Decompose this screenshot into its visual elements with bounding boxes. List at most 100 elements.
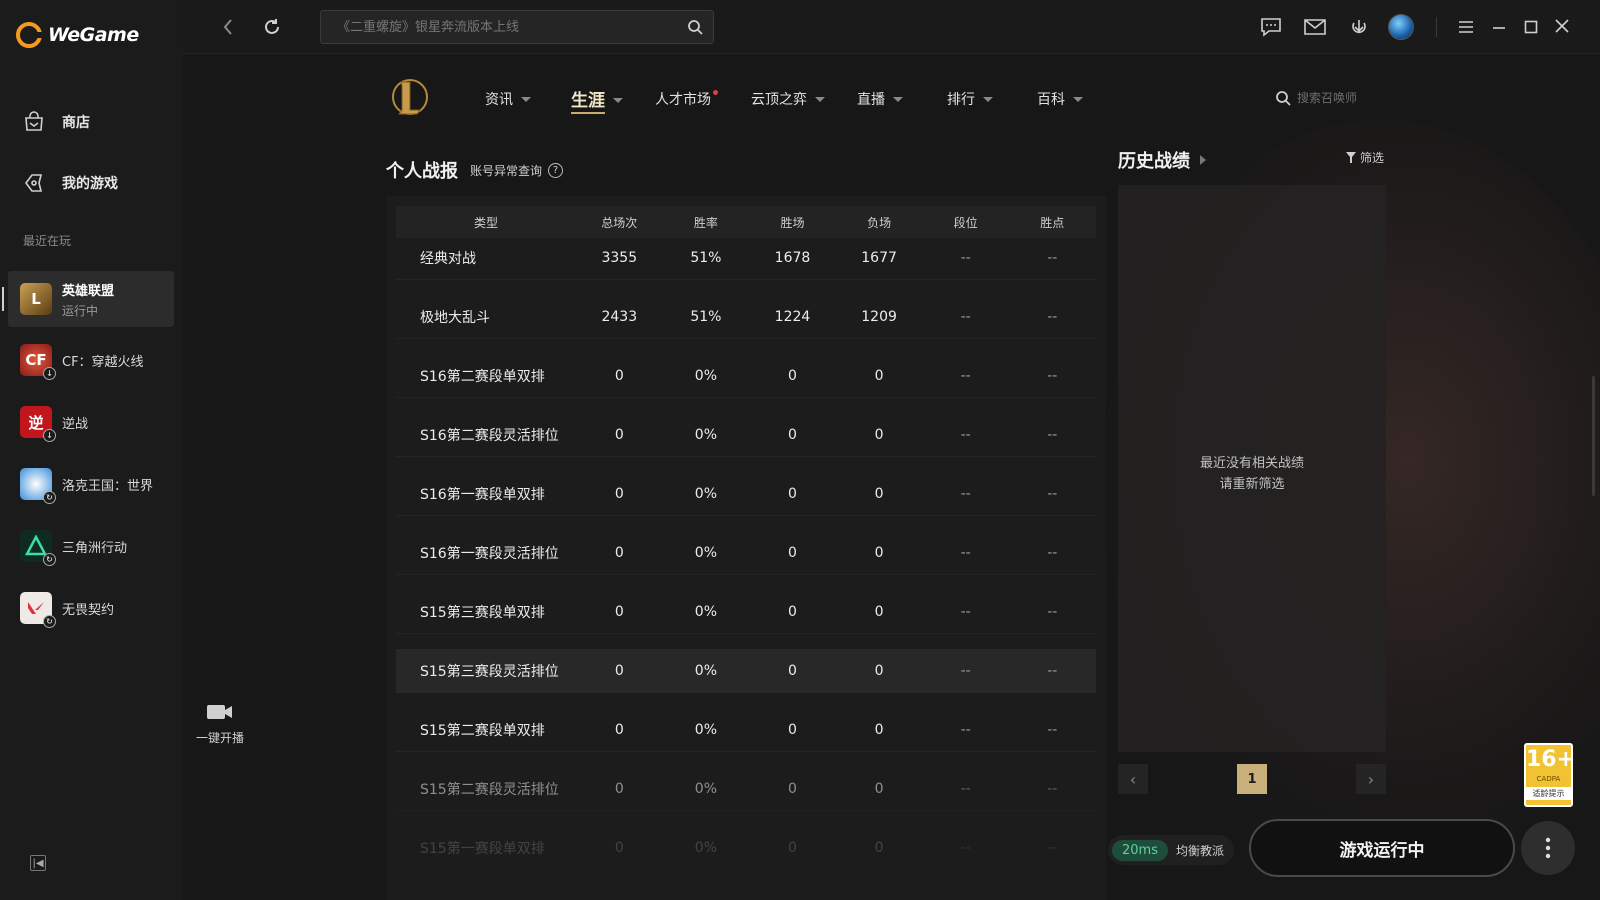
close-icon[interactable] <box>1555 19 1569 33</box>
table-cell: -- <box>960 426 971 443</box>
table-row[interactable]: S15第二赛段灵活排位 0 0% 0 0 -- -- <box>396 767 1096 811</box>
lol-nav-news[interactable]: 资讯 <box>485 89 531 109</box>
history-title[interactable]: 历史战绩 <box>1118 147 1206 173</box>
sidebar: WeGame 商店 我的游戏 最近在玩 L 英雄联盟 运行中 CF ↓ CF：穿越… <box>0 0 182 900</box>
table-cell: 0 <box>614 780 624 797</box>
refresh-icon[interactable] <box>262 17 282 37</box>
global-search[interactable] <box>320 10 714 44</box>
game-name: 逆战 <box>62 416 89 432</box>
roco-game-icon: ↻ <box>20 468 56 504</box>
sidebar-item-store[interactable]: 商店 <box>22 110 90 134</box>
table-cell: 0% <box>694 721 717 738</box>
mail-icon[interactable] <box>1304 19 1326 35</box>
sidebar-item-label: 我的游戏 <box>62 176 118 192</box>
search-icon[interactable] <box>687 19 703 35</box>
table-row[interactable]: S16第二赛段灵活排位 0 0% 0 0 -- -- <box>396 413 1096 457</box>
table-cell: -- <box>1047 485 1058 502</box>
broadcast-label: 一键开播 <box>195 731 244 745</box>
table-cell: S16第二赛段灵活排位 <box>420 427 559 444</box>
lol-game-icon: L <box>20 283 52 315</box>
table-row[interactable]: S16第二赛段单双排 0 0% 0 0 -- -- <box>396 354 1096 398</box>
table-row[interactable]: S16第一赛段单双排 0 0% 0 0 -- -- <box>396 472 1096 516</box>
minimize-icon[interactable] <box>1492 26 1506 30</box>
lol-nav-talent-market[interactable]: 人才市场 <box>655 89 724 109</box>
recent-label: 最近在玩 <box>23 234 72 248</box>
latency-indicator[interactable]: 20ms 均衡教派 <box>1108 835 1234 865</box>
table-cell: 0 <box>874 780 884 797</box>
chevron-down-icon <box>613 97 623 103</box>
pagination: ‹ 1 › <box>1118 764 1386 794</box>
table-row[interactable]: 极地大乱斗 2433 51% 1224 1209 -- -- <box>396 295 1096 339</box>
table-row[interactable]: S15第三赛段灵活排位 0 0% 0 0 -- -- <box>396 649 1096 693</box>
page-title: 个人战报 <box>386 161 458 182</box>
table-cell: 0% <box>694 485 717 502</box>
table-cell: 0 <box>614 603 624 620</box>
table-cell: S16第一赛段灵活排位 <box>420 545 559 562</box>
wegame-logo[interactable]: WeGame <box>16 22 139 48</box>
table-cell: 0% <box>694 367 717 384</box>
table-cell: -- <box>1047 426 1058 443</box>
table-row[interactable]: S15第三赛段单双排 0 0% 0 0 -- -- <box>396 590 1096 634</box>
table-cell: S15第二赛段单双排 <box>420 722 545 739</box>
empty-message-line: 最近没有相关战绩 <box>1199 456 1304 471</box>
chevron-down-icon <box>521 96 531 102</box>
game-item-delta[interactable]: ↻ 三角洲行动 <box>8 518 174 574</box>
game-running-button[interactable]: 游戏运行中 <box>1249 819 1515 877</box>
table-cell: 0% <box>694 663 717 679</box>
table-row[interactable]: S15第一赛段单双排 0 0% 0 0 -- -- <box>396 826 1096 870</box>
table-cell: -- <box>1047 839 1058 856</box>
summoner-search[interactable]: 搜索召唤师 <box>1275 89 1357 106</box>
help-icon[interactable]: ? <box>548 163 564 178</box>
one-click-broadcast[interactable]: 一键开播 <box>190 702 250 746</box>
lol-nav-ranking[interactable]: 排行 <box>947 89 993 109</box>
chevron-down-icon <box>1073 96 1083 102</box>
next-page-icon[interactable]: › <box>1356 764 1386 794</box>
game-item-lol[interactable]: L 英雄联盟 运行中 <box>2 271 174 327</box>
chevron-right-icon <box>1200 155 1206 165</box>
game-item-roco[interactable]: ↻ 洛克王国：世界 <box>8 456 174 512</box>
lol-nav-wiki[interactable]: 百科 <box>1037 89 1083 109</box>
table-cell: -- <box>1047 544 1058 561</box>
age-rating-badge[interactable]: 16+ CADPA 适龄提示 <box>1524 743 1575 807</box>
back-icon[interactable] <box>222 18 234 36</box>
table-row[interactable]: S16第一赛段灵活排位 0 0% 0 0 -- -- <box>396 531 1096 575</box>
game-name: 洛克王国：世界 <box>62 478 154 494</box>
maximize-icon[interactable] <box>1524 20 1538 34</box>
table-cell: 0 <box>614 839 624 856</box>
game-name: 英雄联盟 <box>62 283 115 299</box>
filter-button[interactable]: 筛选 <box>1346 149 1384 166</box>
lol-logo[interactable] <box>390 76 430 118</box>
global-search-input[interactable] <box>321 11 671 43</box>
column-header: 胜点 <box>1040 215 1065 230</box>
sidebar-item-my-games[interactable]: 我的游戏 <box>22 171 118 195</box>
table-row[interactable]: 经典对战 3355 51% 1678 1677 -- -- <box>396 236 1096 280</box>
menu-icon[interactable] <box>1458 20 1474 34</box>
table-cell: 1678 <box>774 249 811 266</box>
lol-nav-career[interactable]: 生涯 <box>571 86 623 114</box>
user-avatar[interactable] <box>1388 14 1414 40</box>
account-anomaly-link[interactable]: 账号异常查询 ? <box>470 162 564 179</box>
more-options-button[interactable] <box>1521 821 1575 875</box>
game-item-cf[interactable]: CF ↓ CF：穿越火线 <box>8 332 174 388</box>
lol-nav-live[interactable]: 直播 <box>857 89 903 109</box>
update-badge-icon: ↻ <box>43 615 56 628</box>
prev-page-icon[interactable]: ‹ <box>1118 764 1148 794</box>
table-cell: S15第三赛段灵活排位 <box>420 664 559 680</box>
download-icon[interactable] <box>1348 17 1370 37</box>
wegame-logo-icon <box>16 22 43 48</box>
more-vertical-icon <box>1545 837 1551 859</box>
page-number[interactable]: 1 <box>1237 764 1267 794</box>
lol-nav-tft[interactable]: 云顶之弈 <box>751 89 825 109</box>
table-row[interactable]: S15第二赛段单双排 0 0% 0 0 -- -- <box>396 708 1096 752</box>
table-cell: S15第三赛段单双排 <box>420 604 545 621</box>
table-cell: 0 <box>788 367 797 384</box>
game-item-valorant[interactable]: ↻ 无畏契约 <box>8 580 174 636</box>
scrollbar[interactable] <box>1592 376 1595 496</box>
chat-icon[interactable] <box>1260 17 1282 37</box>
table-cell: 2433 <box>601 308 638 325</box>
nav-label: 百科 <box>1037 92 1065 108</box>
game-item-nizhan[interactable]: 逆 ↓ 逆战 <box>8 394 174 450</box>
game-name: 三角洲行动 <box>62 540 128 556</box>
collapse-sidebar-icon[interactable]: |◀ <box>30 855 46 871</box>
nizhan-game-icon: 逆 ↓ <box>20 406 56 442</box>
